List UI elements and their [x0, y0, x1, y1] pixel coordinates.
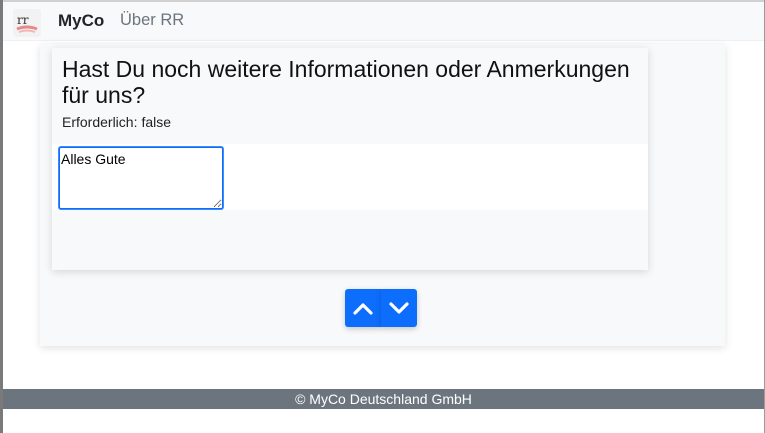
question-navigation — [345, 289, 417, 327]
required-value: false — [141, 114, 172, 130]
answer-area: Alles Gute — [52, 144, 648, 210]
required-indicator: Erforderlich: false — [62, 114, 171, 130]
chevron-down-icon — [389, 302, 409, 314]
window-frame-left — [0, 0, 3, 433]
rr-logo-icon[interactable]: rr — [13, 9, 41, 37]
brand-name[interactable]: MyCo — [58, 11, 104, 31]
chevron-up-icon — [353, 303, 373, 315]
required-label: Erforderlich: — [62, 114, 138, 130]
top-navbar: rr MyCo Über RR — [3, 2, 764, 41]
question-title: Hast Du noch weitere Informationen oder … — [62, 56, 630, 108]
question-card: Hast Du noch weitere Informationen oder … — [52, 48, 648, 270]
svg-text:rr: rr — [17, 13, 29, 27]
previous-question-button[interactable] — [345, 289, 381, 327]
nav-link-about-rr[interactable]: Über RR — [120, 5, 190, 37]
next-question-button[interactable] — [381, 289, 417, 327]
answer-textarea[interactable]: Alles Gute — [59, 147, 223, 209]
survey-container: Hast Du noch weitere Informationen oder … — [40, 44, 725, 346]
page-footer: © MyCo Deutschland GmbH — [3, 389, 764, 409]
